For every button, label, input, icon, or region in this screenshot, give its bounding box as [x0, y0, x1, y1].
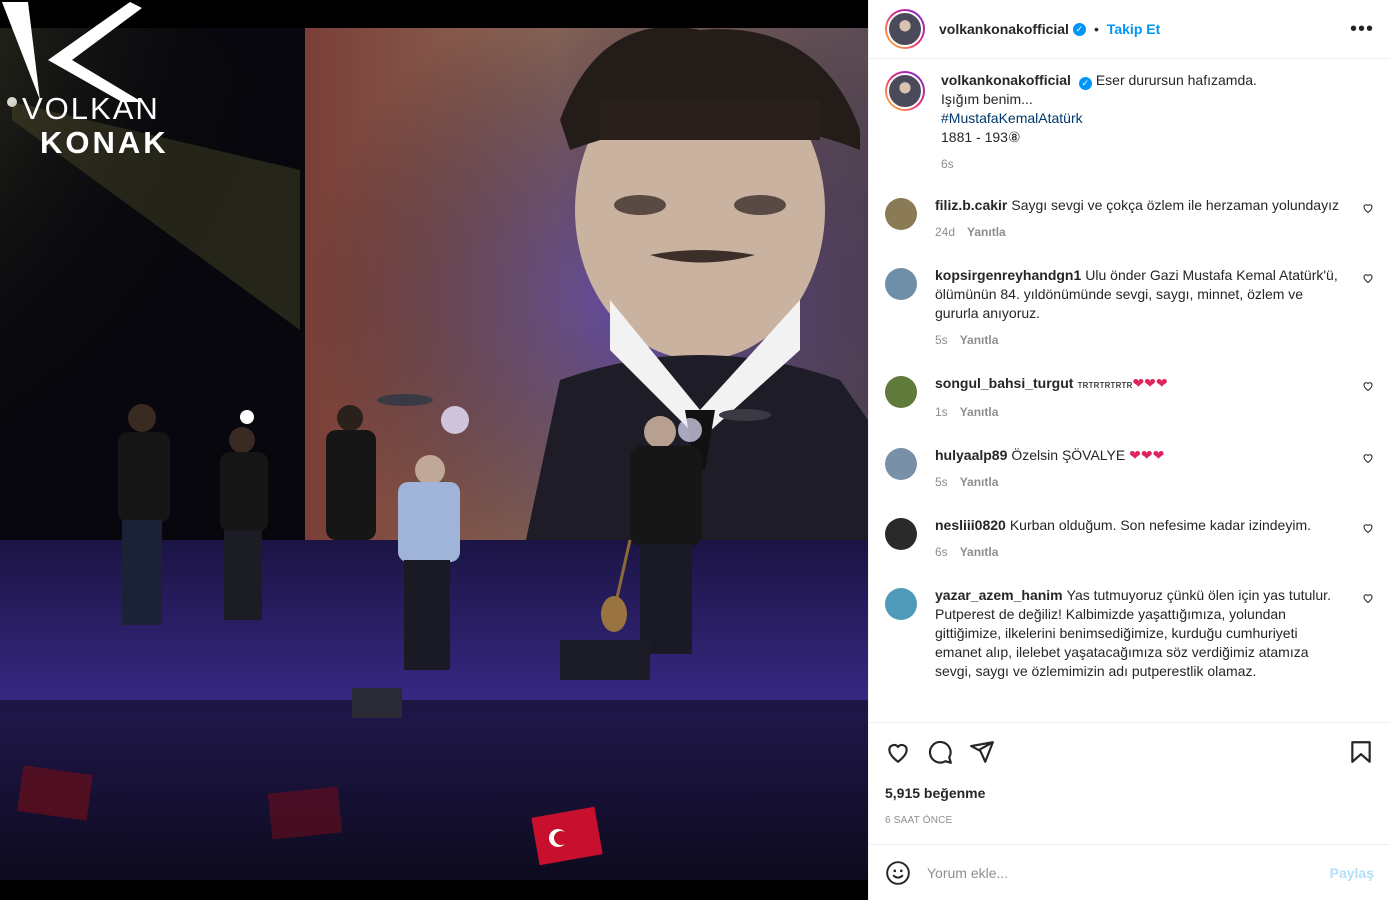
comment-time[interactable]: 24d [935, 225, 955, 239]
caption-hashtag[interactable]: #MustafaKemalAtatürk [941, 110, 1083, 126]
comment-username[interactable]: hulyaalp89 [935, 447, 1007, 463]
commenter-avatar[interactable] [885, 376, 917, 408]
comment-time[interactable]: 1s [935, 405, 948, 419]
post-caption: volkankonakofficial ✓ Eser durursun hafız… [885, 71, 1374, 174]
like-comment-heart-icon[interactable] [1362, 380, 1374, 392]
commenter-avatar[interactable] [885, 588, 917, 620]
caption-author-avatar[interactable] [885, 71, 925, 111]
comment-item: kopsirgenreyhandgn1 Ulu önder Gazi Mustaf… [885, 266, 1374, 350]
comment-item: yazar_azem_hanim Yas tutmuyoruz çünkü öle… [885, 586, 1374, 681]
separator-dot: • [1093, 21, 1099, 37]
comment-username[interactable]: filiz.b.cakir [935, 197, 1007, 213]
verified-badge-icon: ✓ [1078, 77, 1092, 90]
comments-list[interactable]: volkankonakofficial ✓ Eser durursun hafız… [869, 59, 1390, 722]
post-photo: VOLKAN KONAK [0, 0, 868, 900]
commenter-avatar[interactable] [885, 518, 917, 550]
like-comment-heart-icon[interactable] [1362, 272, 1374, 284]
reply-button[interactable]: Yanıtla [960, 475, 999, 489]
like-comment-heart-icon[interactable] [1362, 452, 1374, 464]
comment-bubble-icon[interactable] [927, 739, 953, 765]
like-comment-heart-icon[interactable] [1362, 592, 1374, 604]
add-comment-bar: Paylaş [869, 844, 1390, 900]
commenter-avatar[interactable] [885, 448, 917, 480]
comment-text: Kurban olduğum. Son nefesime kadar izind… [1009, 517, 1311, 533]
post-side-panel: volkankonakofficial ✓ • Takip Et ••• vol… [868, 0, 1390, 900]
share-paper-plane-icon[interactable] [969, 739, 995, 765]
comment-username[interactable]: yazar_azem_hanim [935, 587, 1063, 603]
verified-badge-icon: ✓ [1072, 22, 1086, 36]
comment-item: filiz.b.cakir Saygı sevgi ve çokça özlem … [885, 196, 1374, 242]
caption-line-2: Işığım benim... [941, 91, 1033, 107]
hearts-emoji: ❤❤❤ [1132, 375, 1168, 391]
comment-time[interactable]: 5s [935, 475, 948, 489]
k-logo-mark [2, 2, 142, 102]
post-timestamp[interactable]: 6 SAAT ÖNCE [885, 815, 1374, 826]
reply-button[interactable]: Yanıtla [967, 225, 1006, 239]
caption-time[interactable]: 6s [941, 157, 954, 171]
comment-time[interactable]: 5s [935, 333, 948, 347]
commenter-avatar[interactable] [885, 198, 917, 230]
more-options-icon[interactable]: ••• [1350, 18, 1374, 41]
follow-button[interactable]: Takip Et [1107, 21, 1160, 37]
author-username[interactable]: volkankonakofficial [939, 21, 1069, 37]
hearts-emoji: ❤❤❤ [1129, 447, 1165, 463]
comment-text: Saygı sevgi ve çokça özlem ile herzaman … [1011, 197, 1339, 213]
reply-button[interactable]: Yanıtla [960, 333, 999, 347]
caption-line-1: Eser durursun hafızamda. [1095, 72, 1257, 88]
reply-button[interactable]: Yanıtla [960, 545, 999, 559]
comment-username[interactable]: songul_bahsi_turgut [935, 375, 1073, 391]
likes-count[interactable]: 5,915 beğenme [885, 785, 1374, 801]
comment-text: ᴛʀᴛʀᴛʀᴛʀᴛʀ [1077, 379, 1133, 391]
like-comment-heart-icon[interactable] [1362, 522, 1374, 534]
post-comment-button[interactable]: Paylaş [1330, 865, 1374, 881]
comment-input[interactable] [927, 864, 1330, 881]
like-heart-icon[interactable] [885, 739, 911, 765]
reply-button[interactable]: Yanıtla [960, 405, 999, 419]
comment-username[interactable]: nesliii0820 [935, 517, 1006, 533]
comment-text: Özelsin ŞÖVALYE [1011, 447, 1126, 463]
emoji-smiley-icon[interactable] [885, 860, 911, 886]
comment-item: hulyaalp89 Özelsin ŞÖVALYE ❤❤❤ 5s Yanıtla [885, 446, 1374, 492]
caption-years: 1881 - 193⑧ [941, 129, 1021, 145]
comment-time[interactable]: 6s [935, 545, 948, 559]
post-header: volkankonakofficial ✓ • Takip Et ••• [869, 0, 1390, 59]
post-actions: 5,915 beğenme 6 SAAT ÖNCE [869, 722, 1390, 826]
commenter-avatar[interactable] [885, 268, 917, 300]
comment-username[interactable]: kopsirgenreyhandgn1 [935, 267, 1081, 283]
like-comment-heart-icon[interactable] [1362, 202, 1374, 214]
comment-item: songul_bahsi_turgut ᴛʀᴛʀᴛʀᴛʀᴛʀ❤❤❤ 1s Yanıt… [885, 374, 1374, 422]
caption-username[interactable]: volkankonakofficial [941, 72, 1071, 88]
save-bookmark-icon[interactable] [1348, 739, 1374, 765]
logo-line-2: KONAK [40, 125, 169, 160]
comment-item: nesliii0820 Kurban olduğum. Son nefesime … [885, 516, 1374, 562]
author-avatar[interactable] [885, 9, 925, 49]
